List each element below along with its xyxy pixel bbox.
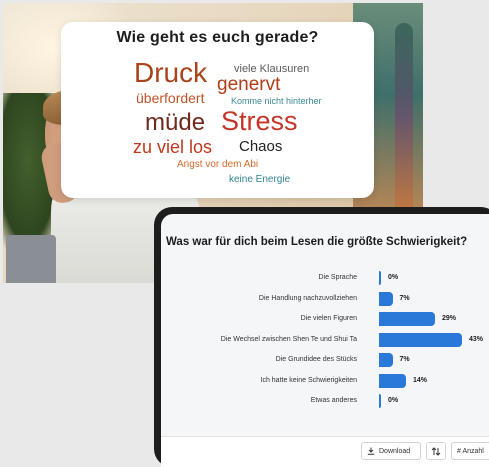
poll-option-percent: 7%: [399, 294, 410, 302]
word: Angst vor dem Abi: [177, 159, 259, 170]
word: Komme nicht hinterher: [231, 96, 322, 106]
poll-option-label: Die Sprache: [318, 274, 357, 281]
poll-option-bar: [379, 373, 407, 388]
word-cloud-title: Wie geht es euch gerade?: [116, 29, 319, 46]
count-button[interactable]: # Anzahl: [451, 442, 489, 460]
sort-arrows-icon: [431, 446, 441, 456]
word: müde: [145, 109, 206, 136]
word: Chaos: [239, 138, 283, 155]
poll-option-label: Etwas anderes: [310, 397, 357, 404]
poll-option-bar: [379, 332, 462, 347]
poll-option-percent: 43%: [469, 335, 484, 343]
download-button[interactable]: Download: [361, 442, 421, 460]
count-label: # Anzahl: [457, 447, 484, 455]
poll-screen: Was war für dich beim Lesen die größte S…: [161, 214, 489, 467]
poll-option-bar: [379, 291, 393, 306]
poll-option-percent: 7%: [399, 356, 410, 363]
tablet-device: Was war für dich beim Lesen die größte S…: [154, 207, 489, 467]
word-cloud-card: Wie geht es euch gerade? Druck viele Kla…: [61, 22, 374, 198]
poll-question: Was war für dich beim Lesen die größte S…: [166, 236, 468, 248]
poll-option-label: Die Handlung nachzuvollziehen: [258, 294, 357, 302]
word: genervt: [217, 74, 281, 95]
poll-option-bar: [379, 353, 393, 367]
word: überfordert: [136, 90, 205, 106]
poll-option-percent: 0%: [388, 274, 399, 281]
download-label: Download: [379, 447, 411, 455]
word: keine Energie: [229, 174, 291, 185]
sort-button[interactable]: [426, 442, 446, 460]
poll-option-bar: [379, 394, 381, 408]
poll-option-percent: 29%: [441, 315, 456, 322]
poll-option-label: Die vielen Figuren: [300, 315, 357, 322]
poll-option-bar: [379, 312, 435, 326]
laptop: [6, 235, 56, 283]
poll-option-percent: 0%: [388, 397, 399, 404]
word: zu viel los: [133, 137, 213, 157]
word: Stress: [221, 106, 298, 136]
poll-option-percent: 14%: [413, 376, 428, 384]
download-icon: [367, 447, 375, 455]
word: Druck: [134, 57, 208, 88]
poll-footer: Download # Anzahl: [161, 436, 489, 467]
poll-option-label: Die Grundidee des Stücks: [275, 356, 357, 363]
poll-option-label: Die Wechsel zwischen Shen Te und Shui Ta: [220, 335, 357, 343]
poll-option-bar: [379, 271, 381, 285]
poll-option-label: Ich hatte keine Schwierigkeiten: [260, 376, 358, 384]
